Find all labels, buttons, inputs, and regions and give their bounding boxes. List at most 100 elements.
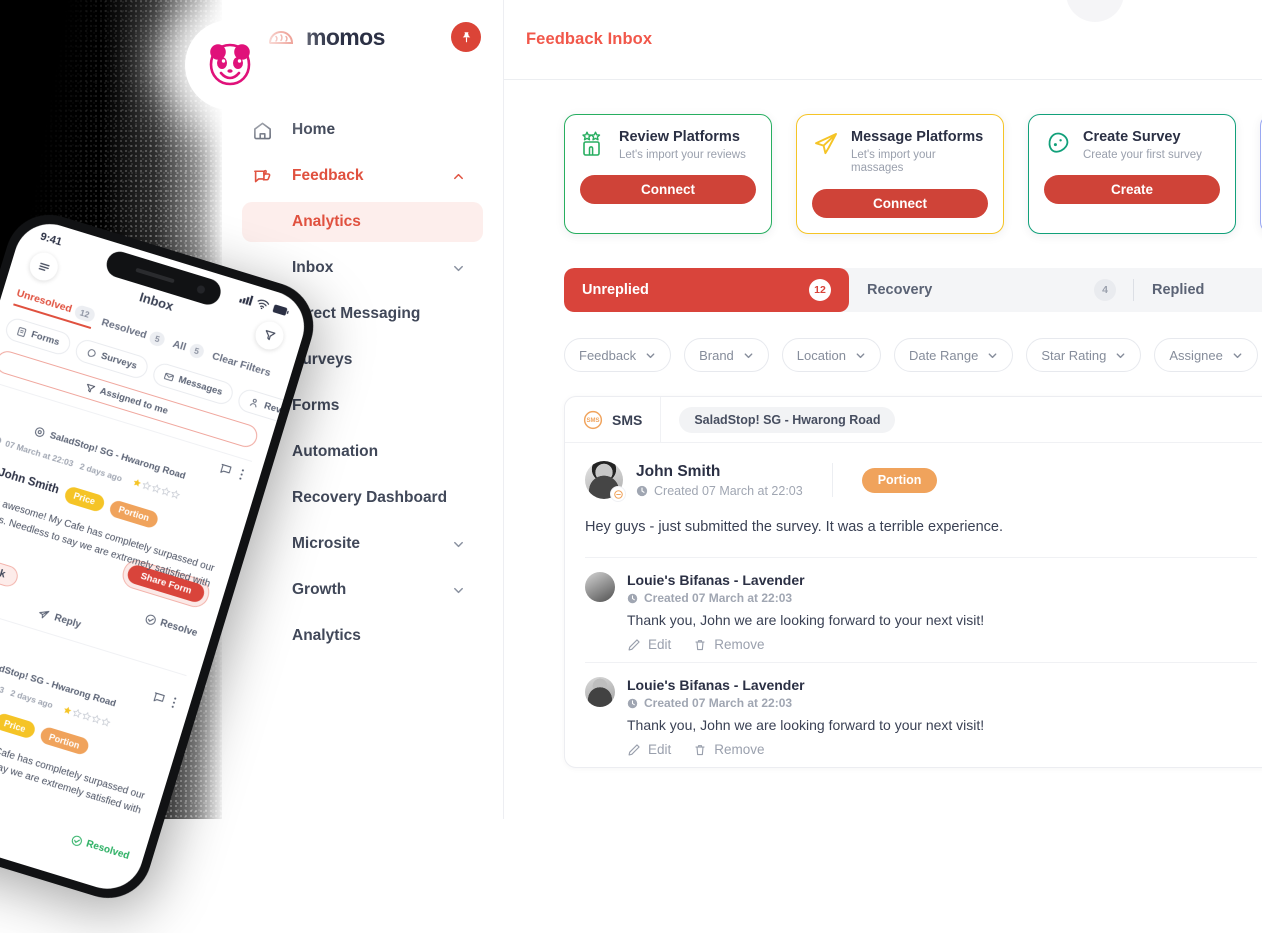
chip-label: Forms: [29, 329, 61, 349]
pin-sidebar-button[interactable]: [451, 22, 481, 52]
phone-card-tag-price: Price: [0, 711, 37, 740]
channel-badge: SMS SMS: [565, 397, 662, 443]
more-options-icon[interactable]: [238, 468, 245, 481]
tab-count-badge: 12: [809, 279, 831, 302]
sidebar-item-feedback[interactable]: Feedback: [242, 154, 483, 198]
feedback-card: SMS SMS SaladStop! SG - Hwarong Road Joh…: [564, 396, 1262, 769]
reply-row: Louie's Bifanas - Lavender Created 07 Ma…: [585, 557, 1257, 662]
chevron-down-icon: [1116, 353, 1125, 358]
reply-created: Created 07 March at 22:03: [627, 696, 984, 710]
feedback-card-body: John Smith Created 07 March at 22:03 Por…: [565, 443, 1262, 767]
reply-text: Thank you, John we are looking forward t…: [627, 612, 985, 629]
reply-author: Louie's Bifanas - Lavender: [627, 677, 805, 694]
source-badge-icon: [610, 486, 626, 503]
avatar: [585, 677, 615, 708]
filter-date-range[interactable]: Date Range: [893, 338, 1014, 373]
divider: [831, 463, 833, 498]
chip-label: Reviews: [262, 400, 303, 422]
edit-label: Edit: [648, 637, 672, 653]
feedback-message: Hey guys - just submitted the survey. It…: [585, 519, 1003, 536]
tab-count-badge: 4: [1094, 279, 1116, 302]
chevron-down-icon: [988, 353, 997, 358]
card-title: Review Platforms: [619, 129, 740, 145]
chevron-down-icon: [744, 353, 753, 358]
comment-icon[interactable]: [151, 690, 166, 705]
edit-reply-button[interactable]: Edit: [627, 742, 671, 757]
form-icon: [17, 326, 27, 337]
clock-icon: [0, 436, 2, 444]
phone-card-ago: 2 days ago: [9, 688, 54, 710]
tab-replied[interactable]: Replied: [1134, 268, 1222, 312]
onboarding-card-message-platforms[interactable]: Message Platforms Let's import your mass…: [796, 114, 1004, 235]
reply-content: Louie's Bifanas - Lavender Created 07 Ma…: [627, 677, 984, 757]
chip-label: Assigned to me: [98, 385, 170, 417]
top-bar: Feedback Inbox: [504, 0, 1262, 80]
phone-tab-count: 5: [148, 330, 167, 348]
phone-card-tag-portion: Portion: [107, 498, 161, 530]
reply-created-text: Created 07 March at 22:03: [644, 696, 793, 711]
card-title: Create Survey: [1083, 129, 1181, 145]
chevron-up-icon: [454, 173, 463, 179]
tab-unreplied[interactable]: Unreplied 12: [564, 268, 849, 313]
edit-reply-button[interactable]: Edit: [627, 637, 671, 652]
more-options-icon[interactable]: [170, 696, 177, 709]
edit-label: Edit: [648, 742, 672, 758]
star-icon: [101, 717, 111, 727]
foodpanda-logo-badge: [185, 20, 275, 110]
phone-resolve-button[interactable]: Resolve: [144, 612, 199, 639]
pin-icon: [462, 31, 470, 42]
chevron-down-icon: [454, 265, 463, 271]
connect-review-platforms-button[interactable]: Connect: [580, 175, 756, 205]
avatar: [585, 572, 615, 603]
phone-card-ago-text: 2 days ago: [9, 687, 55, 711]
remove-reply-button[interactable]: Remove: [693, 637, 765, 652]
card-title: Message Platforms: [851, 129, 984, 145]
connect-message-platforms-button[interactable]: Connect: [812, 189, 988, 219]
location-pin-icon: [35, 427, 45, 437]
chevron-down-icon: [454, 587, 463, 593]
phone-card-ago-text: 2 days ago: [78, 460, 124, 484]
star-icon: [171, 490, 181, 500]
check-circle-icon: [145, 614, 156, 625]
sidebar-item-label: Analytics: [292, 213, 361, 230]
sidebar-item-home[interactable]: Home: [242, 108, 483, 152]
filter-assignee[interactable]: Assignee: [1154, 338, 1258, 373]
reply-text: Thank you, John we are looking forward t…: [627, 717, 985, 734]
create-survey-button[interactable]: Create: [1044, 175, 1220, 205]
survey-icon: [87, 348, 96, 357]
phone-card-name: John Smith: [0, 466, 61, 497]
onboarding-card-create-survey[interactable]: Create Survey Create your first survey C…: [1028, 114, 1236, 235]
pencil-icon: [628, 638, 640, 650]
card-subtitle: Create your first survey: [1083, 148, 1202, 161]
tab-label: Replied: [1152, 282, 1205, 299]
feedback-card-header: SMS SMS SaladStop! SG - Hwarong Road: [565, 397, 1262, 444]
filter-label: Date Range: [908, 347, 979, 363]
filters-row: Feedback Brand Location Date Range Star …: [564, 338, 1262, 373]
card-header: Review Platforms Let's import your revie…: [580, 129, 756, 162]
remove-reply-button[interactable]: Remove: [693, 742, 765, 757]
sidebar-item-analytics[interactable]: Analytics: [242, 202, 483, 242]
channel-label: SMS: [612, 411, 643, 428]
resolved-label: Resolved: [84, 838, 131, 862]
comment-icon[interactable]: [218, 462, 233, 477]
home-icon: [250, 120, 274, 141]
dumpling-icon: [268, 30, 294, 44]
phone-card-rating: [62, 704, 111, 727]
filter-star-rating[interactable]: Star Rating: [1026, 338, 1142, 373]
reply-created-text: Created 07 March at 22:03: [644, 591, 793, 606]
phone-card-ago: 2 days ago: [79, 461, 124, 483]
onboarding-card-review-platforms[interactable]: Review Platforms Let's import your revie…: [564, 114, 772, 235]
phone-winback-button[interactable]: Winback: [0, 543, 21, 589]
tab-recovery[interactable]: Recovery 4: [849, 268, 1134, 312]
reply-actions: Edit Remove: [627, 742, 984, 757]
reply-row: Louie's Bifanas - Lavender Created 07 Ma…: [585, 662, 1257, 767]
phone-resolved-status: Resolved: [70, 833, 131, 862]
author-name: John Smith: [636, 462, 721, 480]
filter-feedback[interactable]: Feedback: [564, 338, 672, 373]
filter-location[interactable]: Location: [781, 338, 881, 373]
reply-author: Louie's Bifanas - Lavender: [627, 572, 805, 589]
avatar[interactable]: [1066, 0, 1124, 22]
filter-brand[interactable]: Brand: [684, 338, 769, 373]
feedback-author-row: John Smith Created 07 March at 22:03 Por…: [585, 461, 1257, 503]
filter-label: Location: [796, 347, 846, 363]
